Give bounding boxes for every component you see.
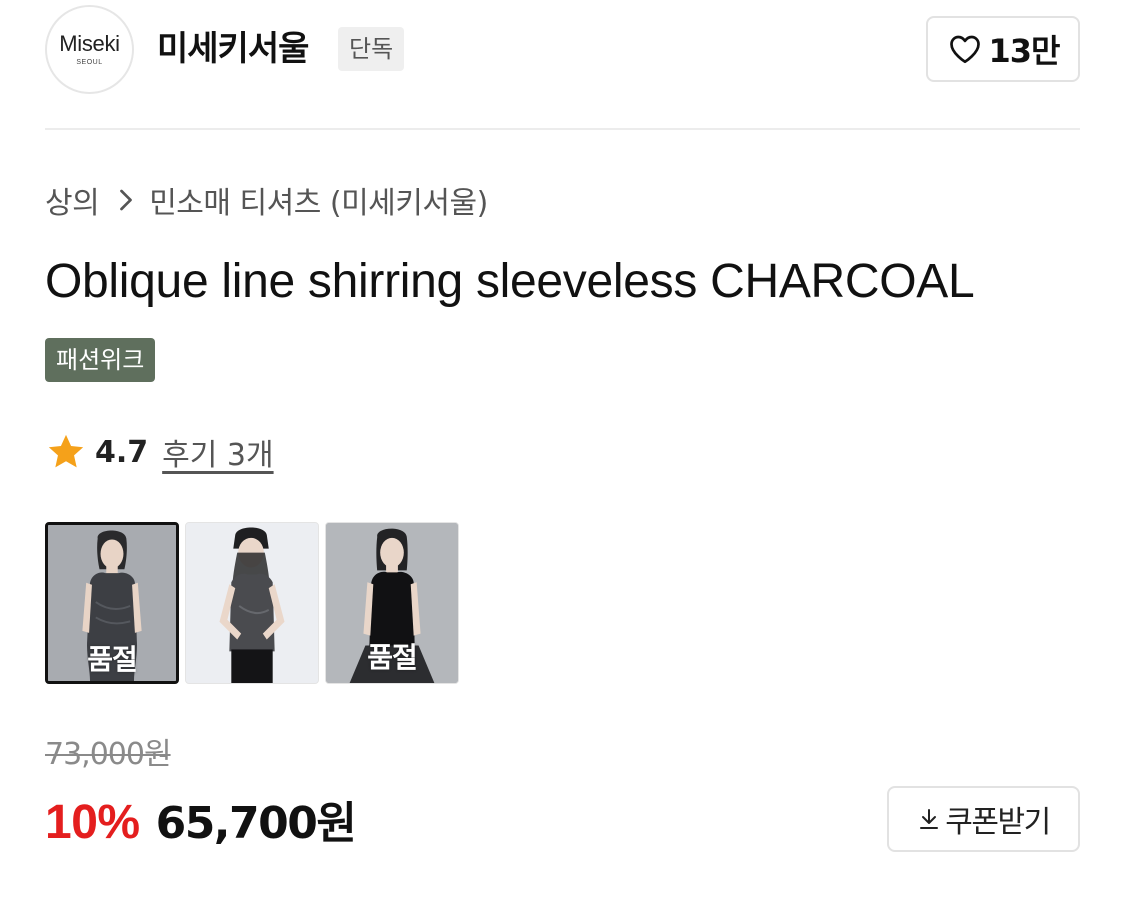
- breadcrumb-subcategory[interactable]: 민소매 티셔츠 (미세키서울): [149, 178, 488, 222]
- discount-rate: 10%: [45, 796, 140, 849]
- coupon-label: 쿠폰받기: [945, 805, 1051, 840]
- color-option-thumbnail[interactable]: 품절: [325, 522, 459, 684]
- coupon-download-button[interactable]: 쿠폰받기: [887, 786, 1080, 852]
- brand-header: Miseki SEOUL 미세키서울 단독 13만: [45, 5, 1080, 95]
- like-button[interactable]: 13만: [926, 16, 1080, 82]
- heart-outline-icon: [949, 35, 980, 64]
- rating-value: 4.7: [95, 434, 149, 470]
- color-option-thumbnails: 품절 품절: [45, 522, 459, 684]
- brand-logo-text: Miseki: [59, 31, 120, 56]
- original-price: 73,000원: [45, 737, 172, 772]
- rating-row: 4.7 후기 3개: [45, 430, 274, 474]
- breadcrumb: 상의 민소매 티셔츠 (미세키서울): [45, 177, 488, 223]
- chevron-right-icon: [117, 188, 135, 212]
- event-badge: 패션위크: [45, 338, 156, 382]
- color-option-thumbnail[interactable]: 품절: [45, 522, 179, 684]
- price-row: 10% 65,700원: [45, 787, 357, 851]
- brand-logo[interactable]: Miseki SEOUL: [45, 5, 134, 94]
- color-option-thumbnail[interactable]: [185, 522, 319, 684]
- star-icon: [48, 434, 84, 468]
- exclusive-badge: 단독: [338, 27, 405, 71]
- product-photo: [186, 523, 318, 683]
- brand-logo-subtext: SEOUL: [76, 59, 103, 66]
- sale-price: 65,700원: [155, 798, 357, 849]
- product-title: Oblique line shirring sleeveless CHARCOA…: [45, 255, 975, 308]
- download-icon: [920, 809, 939, 829]
- review-count-link[interactable]: 후기 3개: [162, 430, 273, 474]
- sold-out-label: 품절: [87, 643, 138, 676]
- like-count: 13만: [988, 32, 1061, 70]
- breadcrumb-category[interactable]: 상의: [45, 178, 100, 222]
- header-divider: [45, 128, 1080, 130]
- sold-out-label: 품절: [367, 641, 418, 674]
- brand-name[interactable]: 미세키서울: [157, 29, 309, 69]
